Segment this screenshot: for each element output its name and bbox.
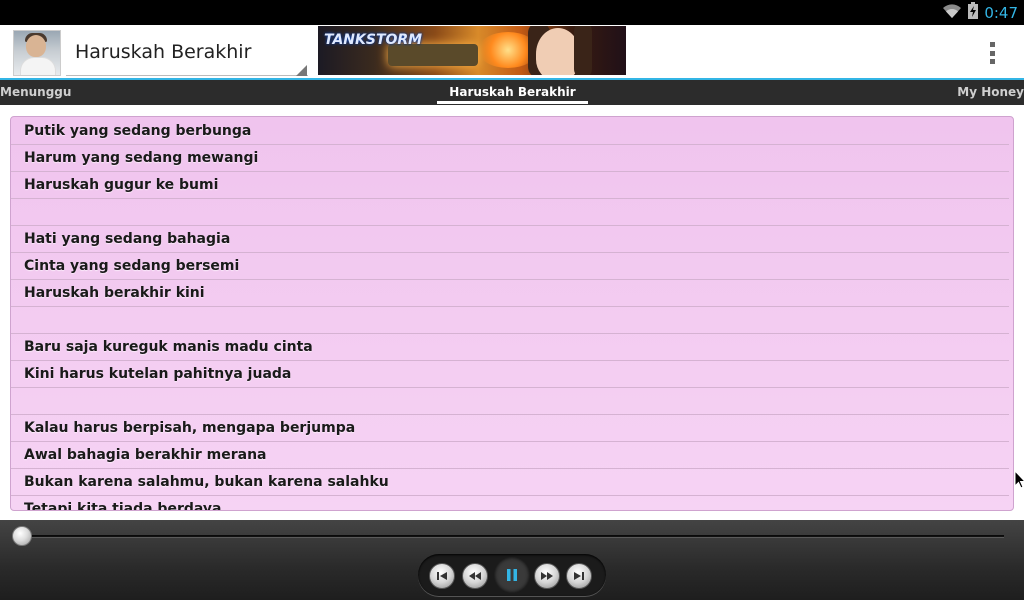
lyrics-list[interactable]: Putik yang sedang berbunga Harum yang sed… xyxy=(10,116,1014,511)
status-time: 0:47 xyxy=(984,3,1018,22)
fast-forward-icon[interactable] xyxy=(534,563,560,589)
tab-previous-song[interactable]: Menunggu xyxy=(0,85,71,99)
status-bar: 0:47 xyxy=(0,0,1024,25)
lyric-line xyxy=(11,199,1009,226)
battery-charging-icon xyxy=(968,2,979,23)
tab-current-song[interactable]: Haruskah Berakhir xyxy=(437,85,588,99)
lyric-line: Kalau harus berpisah, mengapa berjumpa xyxy=(11,415,1009,442)
tab-indicator xyxy=(437,101,588,104)
player-bar xyxy=(0,520,1024,600)
lyric-line: Awal bahagia berakhir merana xyxy=(11,442,1009,469)
lyric-line: Putik yang sedang berbunga xyxy=(11,117,1009,145)
skip-next-icon[interactable] xyxy=(566,563,592,589)
tab-next-song[interactable]: My Honey xyxy=(957,85,1024,99)
song-title-spinner[interactable]: Haruskah Berakhir xyxy=(75,41,251,63)
seek-thumb[interactable] xyxy=(12,526,32,546)
lyric-line: Kini harus kutelan pahitnya juada xyxy=(11,361,1009,388)
action-bar: Haruskah Berakhir TANKSTORM xyxy=(0,25,1024,80)
lyric-line: Haruskah gugur ke bumi xyxy=(11,172,1009,199)
mouse-cursor-icon xyxy=(1014,469,1024,493)
seek-bar[interactable] xyxy=(22,535,1004,538)
lyric-line xyxy=(11,388,1009,415)
lyric-line: Baru saja kureguk manis madu cinta xyxy=(11,334,1009,361)
spinner-arrow-icon xyxy=(296,65,307,76)
lyric-line: Haruskah berakhir kini xyxy=(11,280,1009,307)
pause-icon[interactable] xyxy=(494,557,530,593)
lyric-line xyxy=(11,307,1009,334)
overflow-menu-icon[interactable] xyxy=(980,39,1004,67)
playback-controls xyxy=(418,554,606,596)
spinner-underline xyxy=(66,75,308,76)
skip-previous-icon[interactable] xyxy=(429,563,455,589)
status-icons: 0:47 xyxy=(942,2,1018,23)
artist-avatar[interactable] xyxy=(13,30,61,76)
lyric-line: Bukan karena salahmu, bukan karena salah… xyxy=(11,469,1009,496)
rewind-icon[interactable] xyxy=(462,563,488,589)
lyric-line: Hati yang sedang bahagia xyxy=(11,226,1009,253)
lyric-line: Cinta yang sedang bersemi xyxy=(11,253,1009,280)
lyric-line: Harum yang sedang mewangi xyxy=(11,145,1009,172)
banner-ad-logo: TANKSTORM xyxy=(324,32,423,48)
banner-ad[interactable]: TANKSTORM xyxy=(318,26,626,75)
lyric-line: Tetapi kita tiada berdaya xyxy=(11,496,1009,510)
wifi-icon xyxy=(942,3,962,23)
